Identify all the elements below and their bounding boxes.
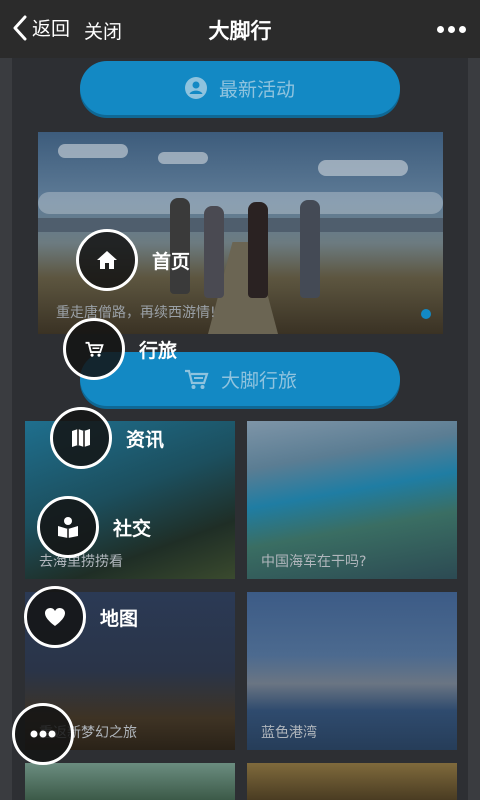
tile-bay[interactable]: 蓝色港湾 — [247, 592, 457, 750]
top-bar: 返回 关闭 大脚行 — [0, 0, 480, 58]
tile-partial-left[interactable] — [25, 763, 235, 800]
tile-navy[interactable]: 中国海军在干吗? — [247, 421, 457, 579]
menu-label: 行旅 — [139, 339, 178, 362]
page-title: 大脚行 — [208, 19, 272, 43]
chevron-left-icon — [13, 15, 27, 40]
tile-partial-right[interactable] — [247, 763, 457, 800]
menu-label: 社交 — [113, 517, 152, 540]
user-icon — [184, 77, 207, 99]
latest-activity-label: 最新活动 — [218, 78, 295, 101]
carousel-indicator — [421, 309, 431, 319]
back-label: 返回 — [32, 18, 71, 40]
more-icon — [436, 25, 444, 33]
tile-caption: 蓝色港湾 — [261, 725, 317, 741]
tile-caption: 中国海军在干吗? — [261, 554, 367, 570]
dajiao-travel-label: 大脚行旅 — [220, 369, 297, 392]
home-icon — [76, 229, 138, 291]
more-dots-icon — [12, 703, 74, 765]
menu-item-travel[interactable]: 行旅 — [63, 318, 177, 380]
book-reader-icon — [37, 496, 99, 558]
menu-label: 首页 — [152, 250, 191, 273]
menu-item-home[interactable]: 首页 — [76, 229, 190, 291]
menu-label: 地图 — [100, 607, 139, 630]
menu-toggle-button[interactable] — [12, 703, 74, 765]
latest-activity-button[interactable]: 最新活动 — [80, 61, 400, 115]
more-button[interactable] — [434, 14, 468, 44]
menu-label: 资讯 — [126, 428, 165, 451]
menu-item-map[interactable]: 地图 — [24, 586, 138, 648]
close-button[interactable]: 关闭 — [84, 17, 122, 44]
back-button[interactable]: 返回 — [12, 14, 70, 41]
menu-item-social[interactable]: 社交 — [37, 496, 151, 558]
menu-item-news[interactable]: 资讯 — [50, 407, 164, 469]
heart-icon — [24, 586, 86, 648]
cart-icon — [63, 318, 125, 380]
cart-icon — [184, 369, 209, 389]
map-icon — [50, 407, 112, 469]
